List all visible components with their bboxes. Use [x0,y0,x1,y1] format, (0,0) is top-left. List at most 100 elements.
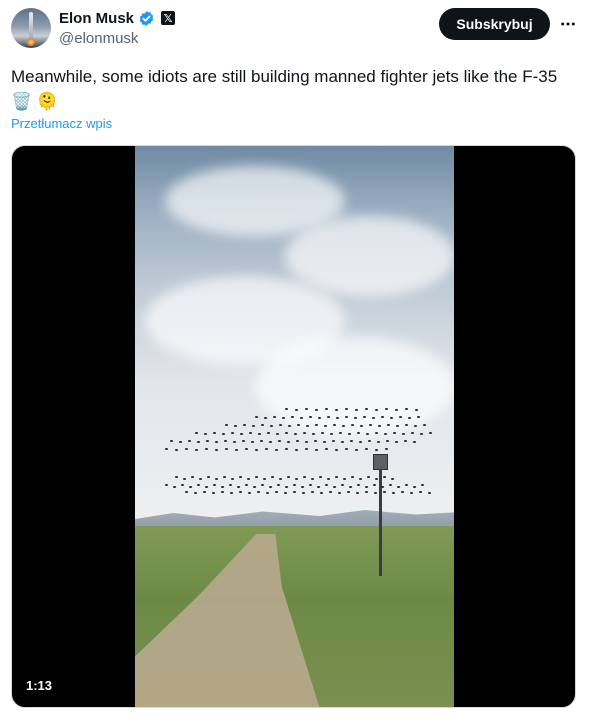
drone [360,425,363,427]
drone [223,476,226,478]
drone [356,492,359,494]
avatar[interactable] [11,8,51,48]
more-dots-icon[interactable] [557,14,579,34]
drone [295,478,298,480]
drone [270,425,273,427]
drone [295,449,298,451]
drone [314,440,317,442]
drone [175,476,178,478]
drone [335,476,338,478]
drone [213,432,216,434]
drone [203,491,206,493]
subscribe-button[interactable]: Subskrybuj [439,8,550,40]
author-handle[interactable]: @elonmusk [59,30,138,47]
video-player[interactable]: 1:13 [11,145,576,708]
drone [390,417,393,419]
drone [251,441,254,443]
drone [221,491,224,493]
drone [195,432,198,434]
drone [329,491,332,493]
drone [381,416,384,418]
drone [357,484,360,486]
drone [179,441,182,443]
drone [309,484,312,486]
drone [293,491,296,493]
translate-link[interactable]: Przetłumacz wpis [11,116,112,131]
drone [197,441,200,443]
drone [417,416,420,418]
drone [367,476,370,478]
drone [325,484,328,486]
drone [365,408,368,410]
video-frame[interactable] [135,146,454,707]
drone [383,476,386,478]
drone [233,441,236,443]
drone [249,432,252,434]
drone [230,492,233,494]
drone [199,478,202,480]
drone [204,433,207,435]
drone [185,448,188,450]
drone [397,486,400,488]
drone [381,486,384,488]
drone [372,417,375,419]
drone [319,476,322,478]
drone [237,486,240,488]
drone [345,416,348,418]
drone [285,486,288,488]
drone [368,440,371,442]
author-name[interactable]: Elon Musk [59,10,134,27]
drone [324,425,327,427]
drone [357,432,360,434]
drone [405,484,408,486]
drone [396,425,399,427]
drone [239,476,242,478]
drone [258,433,261,435]
drone [318,417,321,419]
drone [341,484,344,486]
drone [285,448,288,450]
drone [343,478,346,480]
drone [288,425,291,427]
drone [257,491,260,493]
drone [260,440,263,442]
drone [359,441,362,443]
more-dots-glyph [561,22,575,26]
drone [315,409,318,411]
drone [195,449,198,451]
drone [224,440,227,442]
drone [420,433,423,435]
drone [207,476,210,478]
drone [408,417,411,419]
drone [275,449,278,451]
drone [215,478,218,480]
drone [345,408,348,410]
drone [384,433,387,435]
drone [287,441,290,443]
verified-badge-icon [139,10,154,26]
video-duration: 1:13 [26,678,53,693]
drone [375,432,378,434]
drone [271,476,274,478]
drone [355,449,358,451]
drone [404,440,407,442]
drone [351,476,354,478]
drone [170,440,173,442]
drone [385,448,388,450]
drone [401,491,404,493]
drone [225,424,228,426]
video-pole-box [373,454,388,470]
drone [253,486,256,488]
x-logo-icon[interactable]: 𝕏 [161,11,176,25]
drone [393,432,396,434]
drone [293,484,296,486]
author-name-row: Elon Musk 𝕏 [59,8,176,28]
drone [391,478,394,480]
drone [213,484,216,486]
drone [414,425,417,427]
drone [385,408,388,410]
drone [212,492,215,494]
drone [320,492,323,494]
drone [323,441,326,443]
drone [354,417,357,419]
